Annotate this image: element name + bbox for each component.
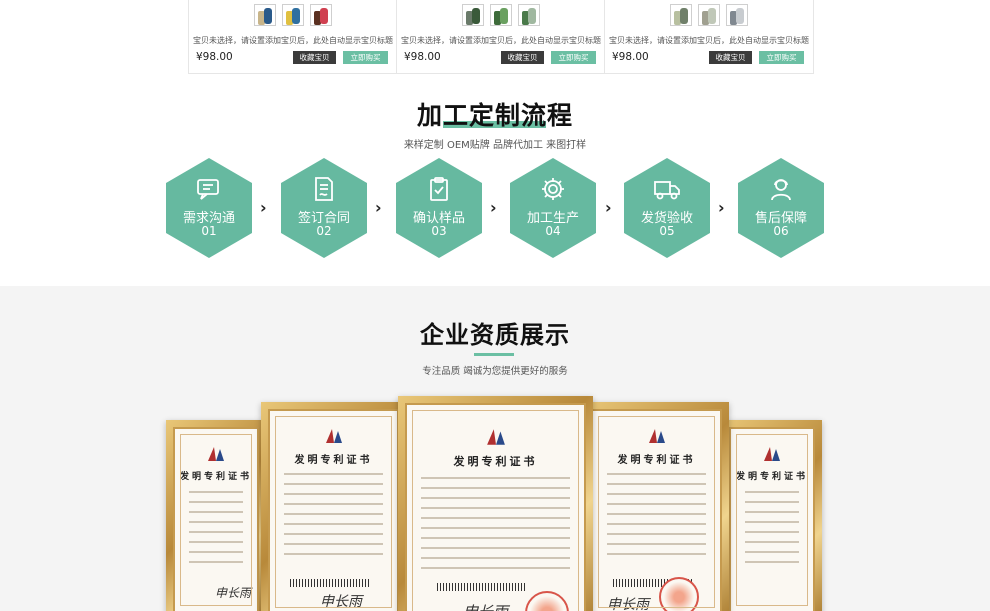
step-number: 05: [659, 224, 675, 238]
certificate-heading: 发明专利证书: [294, 455, 373, 466]
favorite-button[interactable]: 收藏宝贝: [501, 51, 544, 64]
product-card[interactable]: 宝贝未选择，请设置添加宝贝后，此处自动显示宝贝标题 ¥98.00 收藏宝贝 立即…: [396, 0, 606, 74]
truck-icon: [654, 181, 680, 200]
product-title[interactable]: 宝贝未选择，请设置添加宝贝后，此处自动显示宝贝标题: [189, 35, 397, 46]
thumbnail-row: [397, 4, 605, 26]
signature: 申长雨: [215, 586, 252, 600]
gear-icon: [542, 178, 564, 200]
thumbnail[interactable]: [490, 4, 512, 26]
step-number: 02: [316, 224, 332, 238]
official-seal: [659, 577, 699, 611]
product-card[interactable]: 宝贝未选择，请设置添加宝贝后，此处自动显示宝贝标题 ¥98.00 收藏宝贝 立即…: [188, 0, 398, 74]
certificate-heading: 发明专利证书: [453, 455, 538, 468]
support-agent-icon: [771, 179, 791, 201]
thumbnail[interactable]: [310, 4, 332, 26]
certificate-heading: 发明专利证书: [617, 455, 696, 466]
barcode: [437, 583, 527, 591]
signature: 申长雨: [320, 594, 362, 610]
product-price: ¥98.00: [612, 51, 649, 63]
product-title[interactable]: 宝贝未选择，请设置添加宝贝后，此处自动显示宝贝标题: [605, 35, 813, 46]
favorite-button[interactable]: 收藏宝贝: [709, 51, 752, 64]
thumbnail[interactable]: [254, 4, 276, 26]
thumbnail[interactable]: [670, 4, 692, 26]
buy-now-button[interactable]: 立即购买: [343, 51, 388, 64]
certificate-heading: 发明专利证书: [735, 472, 808, 482]
step-number: 01: [201, 224, 217, 238]
patent-logo-icon: [648, 429, 665, 443]
thumbnail[interactable]: [282, 4, 304, 26]
patent-logo-icon: [325, 429, 342, 443]
step-number: 04: [545, 224, 561, 238]
process-step: 发货验收 05: [624, 158, 710, 258]
thumbnail-row: [605, 4, 813, 26]
process-subtitle: 来样定制 OEM贴牌 品牌代加工 来图打样: [403, 140, 587, 151]
chevron-right-icon: ›: [260, 198, 267, 217]
process-step: 需求沟通 01: [166, 158, 252, 258]
patent-logo-icon: [208, 447, 224, 461]
certificate-heading: 发明专利证书: [179, 472, 252, 482]
thumbnail[interactable]: [726, 4, 748, 26]
thumbnail[interactable]: [698, 4, 720, 26]
certificate[interactable]: 发明专利证书 申长雨: [261, 402, 406, 611]
product-price: ¥98.00: [196, 51, 233, 63]
process-step: 签订合同 02: [281, 158, 367, 258]
chevron-right-icon: ›: [605, 198, 612, 217]
product-price: ¥98.00: [404, 51, 441, 63]
qualification-title: 企业资质展示: [420, 321, 570, 349]
process-title: 加工定制流程: [416, 101, 573, 130]
product-strip: 宝贝未选择，请设置添加宝贝后，此处自动显示宝贝标题 ¥98.00 收藏宝贝 立即…: [0, 0, 990, 80]
certificate[interactable]: 发明专利证书 申长雨: [166, 420, 266, 611]
signature: 申长雨: [607, 597, 649, 611]
chevron-right-icon: ›: [490, 198, 497, 217]
step-number: 06: [773, 224, 789, 238]
barcode: [613, 579, 693, 587]
certificate[interactable]: 发明专利证书 申长雨: [398, 396, 593, 611]
process-steps: 需求沟通 01 › 签订合同 02 › 确认样品 03 › 加工生产 04 ›: [0, 158, 990, 260]
product-card[interactable]: 宝贝未选择，请设置添加宝贝后，此处自动显示宝贝标题 ¥98.00 收藏宝贝 立即…: [604, 0, 814, 74]
process-step: 确认样品 03: [396, 158, 482, 258]
buy-now-button[interactable]: 立即购买: [759, 51, 804, 64]
patent-logo-icon: [486, 429, 505, 445]
contract-icon: [315, 177, 333, 201]
certificate[interactable]: 发明专利证书: [722, 420, 822, 611]
favorite-button[interactable]: 收藏宝贝: [293, 51, 336, 64]
certificate[interactable]: 发明专利证书 申长雨: [584, 402, 729, 611]
process-step: 加工生产 04: [510, 158, 596, 258]
chevron-right-icon: ›: [375, 198, 382, 217]
thumbnail[interactable]: [462, 4, 484, 26]
official-seal: [525, 591, 569, 611]
thumbnail[interactable]: [518, 4, 540, 26]
thumbnail-row: [189, 4, 397, 26]
buy-now-button[interactable]: 立即购买: [551, 51, 596, 64]
chat-icon: [197, 179, 219, 200]
clipboard-check-icon: [430, 177, 448, 201]
title-underline: [474, 353, 514, 356]
product-title[interactable]: 宝贝未选择，请设置添加宝贝后，此处自动显示宝贝标题: [397, 35, 605, 46]
qualification-subtitle: 专注品质 竭诚为您提供更好的服务: [422, 366, 568, 377]
chevron-right-icon: ›: [718, 198, 725, 217]
patent-logo-icon: [764, 447, 780, 461]
process-step: 售后保障 06: [738, 158, 824, 258]
signature: 申长雨: [463, 601, 508, 611]
step-number: 03: [431, 224, 447, 238]
barcode: [290, 579, 370, 587]
